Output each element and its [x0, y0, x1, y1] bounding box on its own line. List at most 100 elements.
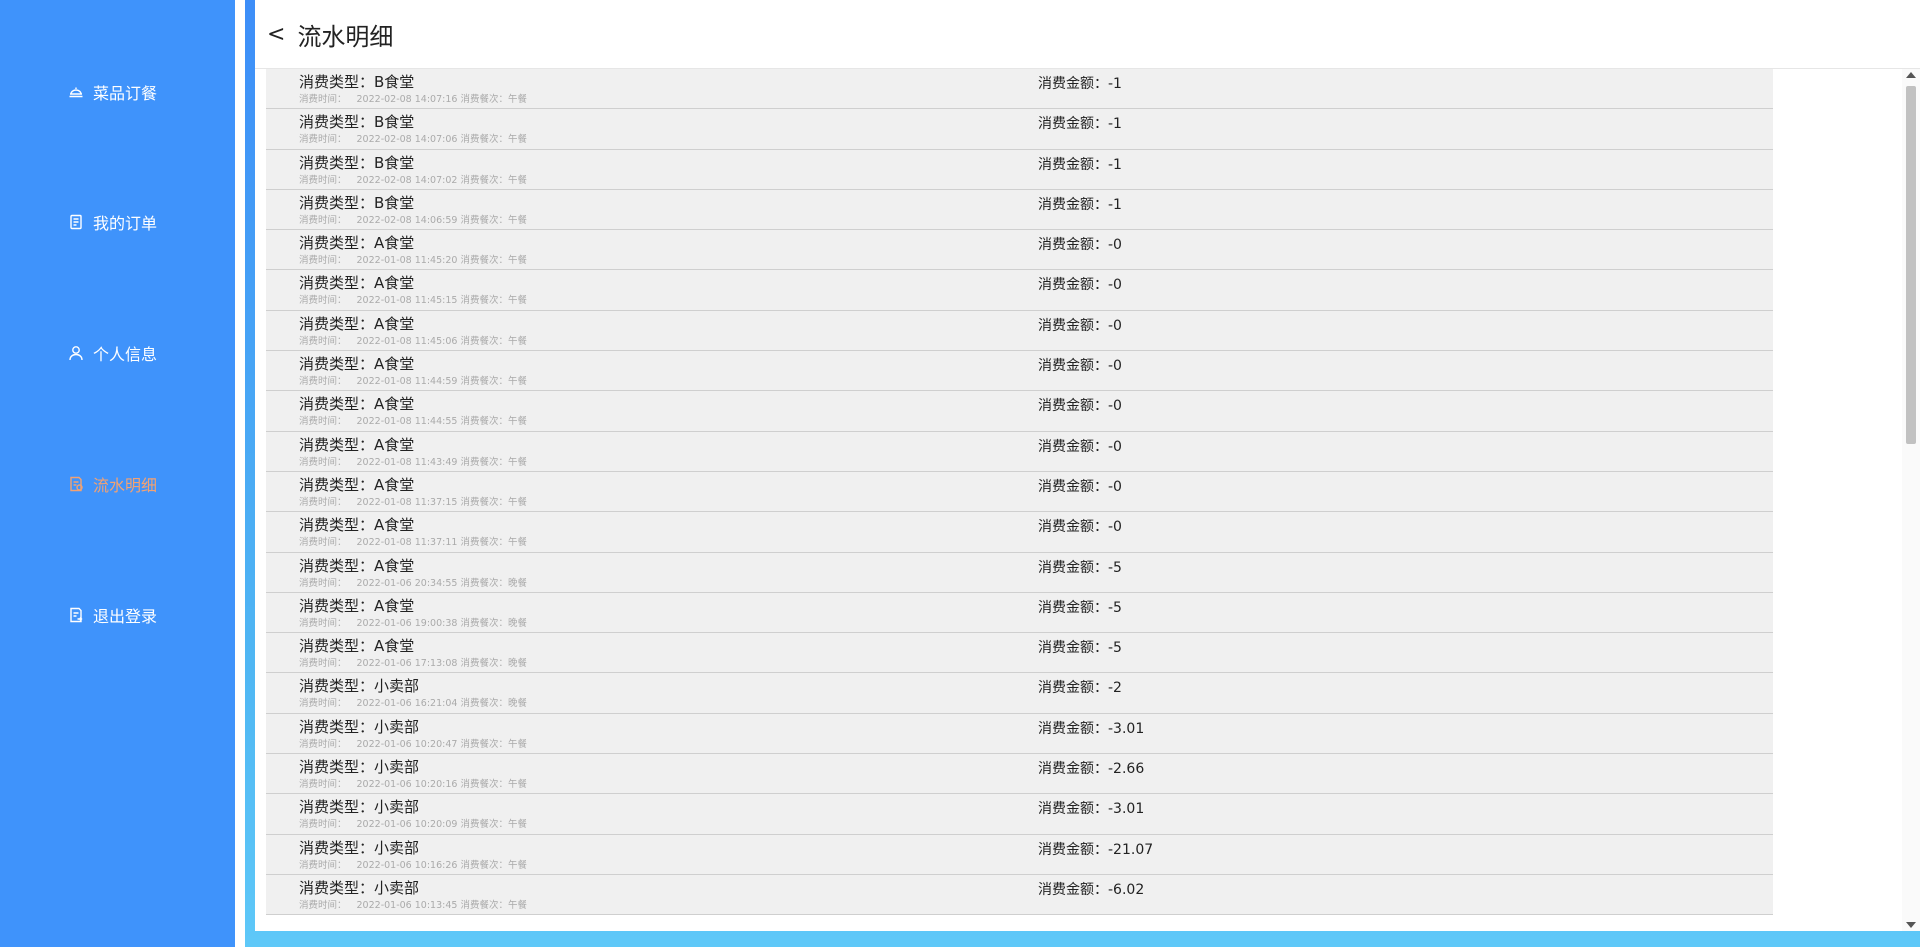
meal-value: 午餐: [507, 496, 527, 508]
transaction-type: 消费类型：A食堂: [299, 272, 414, 293]
time-value: 2022-01-06 10:20:09: [356, 819, 458, 831]
type-prefix: 消费类型：: [299, 234, 375, 253]
back-button[interactable]: <: [261, 22, 291, 47]
amount-prefix: 消费金额：: [1038, 881, 1108, 898]
sidebar-item-transactions[interactable]: 流水明细: [68, 469, 157, 499]
transaction-meta: 消费时间： 2022-01-08 11:44:55 消费餐次：午餐: [299, 413, 527, 427]
scrollbar[interactable]: [1902, 69, 1920, 931]
transaction-row: 消费类型：小卖部 消费时间： 2022-01-06 10:20:16 消费餐次：午餐…: [266, 754, 1773, 795]
transaction-type: 消费类型：A食堂: [299, 474, 414, 495]
meal-prefix: 消费餐次：: [460, 214, 508, 226]
time-prefix: 消费时间：: [299, 698, 347, 710]
time-value: 2022-01-06 16:21:04: [356, 698, 458, 710]
time-prefix: 消费时间：: [299, 496, 347, 508]
time-prefix: 消费时间：: [299, 214, 347, 226]
meal-value: 晚餐: [507, 658, 527, 670]
time-prefix: 消费时间：: [299, 537, 347, 549]
transaction-amount: 消费金额：-5: [1038, 637, 1122, 657]
time-prefix: 消费时间：: [299, 819, 347, 831]
transaction-type: 消费类型：小卖部: [299, 877, 419, 898]
amount-value: -0: [1108, 277, 1122, 294]
meal-value: 午餐: [507, 779, 527, 791]
time-value: 2022-01-06 19:00:38: [356, 617, 458, 629]
transaction-meta: 消费时间： 2022-01-06 10:13:45 消费餐次：午餐: [299, 897, 527, 911]
transaction-row: 消费类型：A食堂 消费时间： 2022-01-06 17:13:08 消费餐次：晚餐…: [266, 633, 1773, 674]
sidebar-item-my-orders[interactable]: 我的订单: [68, 207, 157, 237]
transaction-amount: 消费金额：-0: [1038, 436, 1122, 456]
main-panel: < 流水明细 消费类型：B食堂 消费时间： 2022-02-08 14:07:16 …: [255, 0, 1920, 931]
type-prefix: 消费类型：: [299, 314, 375, 333]
transaction-type: 消费类型：A食堂: [299, 434, 414, 455]
transaction-meta: 消费时间： 2022-02-08 14:06:59 消费餐次：午餐: [299, 212, 527, 226]
meal-prefix: 消费餐次：: [460, 496, 508, 508]
type-value: A食堂: [374, 516, 415, 535]
type-value: B食堂: [374, 193, 415, 212]
meal-prefix: 消费餐次：: [460, 416, 508, 428]
transaction-list[interactable]: 消费类型：B食堂 消费时间： 2022-02-08 14:07:16 消费餐次：午餐…: [266, 69, 1773, 931]
type-value: A食堂: [374, 596, 415, 615]
transaction-meta: 消费时间： 2022-01-06 19:00:38 消费餐次：晚餐: [299, 615, 527, 629]
type-value: A食堂: [374, 556, 415, 575]
time-prefix: 消费时间：: [299, 779, 347, 791]
sidebar-item-dish-order[interactable]: 菜品订餐: [68, 77, 157, 107]
type-value: 小卖部: [374, 838, 420, 857]
transaction-amount: 消费金额：-0: [1038, 234, 1122, 254]
type-prefix: 消费类型：: [299, 274, 375, 293]
amount-value: -1: [1108, 156, 1122, 173]
transaction-type: 消费类型：A食堂: [299, 595, 414, 616]
sidebar-item-label: 个人信息: [93, 345, 158, 364]
type-value: B食堂: [374, 113, 415, 132]
time-prefix: 消费时间：: [299, 416, 347, 428]
transaction-type: 消费类型：A食堂: [299, 514, 414, 535]
logout-icon: [68, 607, 84, 623]
amount-value: -5: [1108, 640, 1122, 657]
time-prefix: 消费时间：: [299, 738, 347, 750]
transaction-meta: 消费时间： 2022-01-08 11:37:11 消费餐次：午餐: [299, 534, 527, 548]
meal-prefix: 消费餐次：: [460, 94, 508, 105]
amount-prefix: 消费金额：: [1038, 156, 1108, 173]
time-prefix: 消费时间：: [299, 335, 347, 347]
transaction-meta: 消费时间： 2022-01-06 17:13:08 消费餐次：晚餐: [299, 655, 527, 669]
transaction-meta: 消费时间： 2022-02-08 14:07:16 消费餐次：午餐: [299, 91, 527, 105]
meal-prefix: 消费餐次：: [460, 295, 508, 307]
amount-prefix: 消费金额：: [1038, 116, 1108, 133]
type-prefix: 消费类型：: [299, 758, 375, 777]
transaction-type: 消费类型：B食堂: [299, 152, 414, 173]
transaction-meta: 消费时间： 2022-01-06 10:20:16 消费餐次：午餐: [299, 776, 527, 790]
meal-prefix: 消费餐次：: [460, 738, 508, 750]
type-prefix: 消费类型：: [299, 717, 375, 736]
type-value: A食堂: [374, 435, 415, 454]
amount-value: -21.07: [1108, 841, 1154, 858]
amount-value: -0: [1108, 478, 1122, 495]
type-value: 小卖部: [374, 798, 420, 817]
transaction-meta: 消费时间： 2022-01-06 10:20:09 消费餐次：午餐: [299, 816, 527, 830]
transaction-amount: 消费金额：-1: [1038, 73, 1122, 93]
transaction-type: 消费类型：A食堂: [299, 555, 414, 576]
scroll-up-arrow-icon[interactable]: [1906, 72, 1916, 78]
type-prefix: 消费类型：: [299, 435, 375, 454]
time-prefix: 消费时间：: [299, 255, 347, 267]
amount-value: -6.02: [1108, 881, 1145, 898]
type-value: A食堂: [374, 395, 415, 414]
time-prefix: 消费时间：: [299, 456, 347, 468]
transaction-meta: 消费时间： 2022-02-08 14:07:06 消费餐次：午餐: [299, 131, 527, 145]
transaction-type: 消费类型：小卖部: [299, 716, 419, 737]
amount-value: -2.66: [1108, 761, 1145, 778]
amount-value: -0: [1108, 398, 1122, 415]
transaction-row: 消费类型：A食堂 消费时间： 2022-01-06 19:00:38 消费餐次：晚餐…: [266, 592, 1773, 634]
scroll-down-arrow-icon[interactable]: [1906, 922, 1916, 928]
sidebar-item-logout[interactable]: 退出登录: [68, 600, 157, 630]
meal-value: 午餐: [507, 899, 527, 911]
transaction-type: 消费类型：B食堂: [299, 111, 414, 132]
page-header: < 流水明细: [255, 0, 1920, 69]
time-prefix: 消费时间：: [299, 859, 347, 871]
type-value: B食堂: [374, 153, 415, 172]
scrollbar-thumb[interactable]: [1906, 86, 1916, 444]
type-value: A食堂: [374, 234, 415, 253]
dish-icon: [68, 84, 84, 100]
type-value: B食堂: [374, 73, 415, 91]
type-value: A食堂: [374, 274, 415, 293]
time-value: 2022-01-08 11:37:15: [356, 496, 458, 508]
transaction-meta: 消费时间： 2022-01-08 11:44:59 消费餐次：午餐: [299, 373, 527, 387]
sidebar-item-profile[interactable]: 个人信息: [68, 338, 157, 368]
